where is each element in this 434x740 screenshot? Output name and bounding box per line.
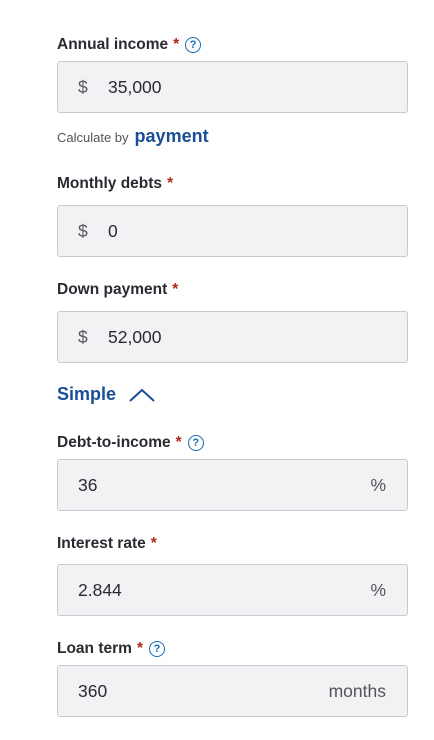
currency-prefix: $	[78, 326, 88, 347]
required-asterisk: *	[172, 281, 179, 298]
calculate-by-payment-link[interactable]: payment	[135, 126, 209, 147]
calculate-by-text: Calculate by	[57, 130, 129, 145]
calculate-by-row: Calculate by payment	[57, 126, 209, 147]
interest-rate-label-row: Interest rate *	[57, 535, 157, 553]
percent-suffix: %	[370, 579, 386, 600]
monthly-debts-label: Monthly debts	[57, 175, 163, 192]
loan-term-input[interactable]: 360 months	[57, 665, 408, 717]
simple-toggle-label: Simple	[57, 384, 117, 404]
annual-income-label: Annual income	[57, 36, 169, 53]
loan-term-label-row: Loan term * ?	[57, 640, 165, 658]
debt-to-income-value: 36	[78, 474, 98, 495]
annual-income-label-row: Annual income * ?	[57, 36, 202, 54]
currency-prefix: $	[78, 76, 88, 97]
debt-to-income-label: Debt-to-income	[57, 434, 171, 451]
monthly-debts-label-row: Monthly debts *	[57, 175, 173, 193]
debt-to-income-label-row: Debt-to-income * ?	[57, 434, 204, 452]
loan-term-label: Loan term	[57, 640, 132, 657]
simple-toggle[interactable]: Simple	[57, 384, 156, 405]
help-icon[interactable]: ?	[185, 37, 202, 53]
months-suffix: months	[328, 680, 386, 701]
help-icon[interactable]: ?	[148, 641, 165, 657]
interest-rate-value: 2.844	[78, 579, 122, 600]
percent-suffix: %	[370, 474, 386, 495]
currency-prefix: $	[78, 220, 88, 241]
annual-income-value: 35,000	[108, 76, 162, 97]
down-payment-value: 52,000	[108, 326, 162, 347]
debt-to-income-input[interactable]: 36 %	[57, 459, 408, 511]
interest-rate-input[interactable]: 2.844 %	[57, 564, 408, 616]
help-icon[interactable]: ?	[187, 435, 204, 451]
monthly-debts-value: 0	[108, 220, 118, 241]
chevron-up-icon	[128, 387, 156, 403]
down-payment-label: Down payment	[57, 281, 168, 298]
interest-rate-label: Interest rate	[57, 535, 146, 552]
required-asterisk: *	[136, 640, 143, 657]
loan-term-value: 360	[78, 680, 108, 701]
monthly-debts-input[interactable]: $ 0	[57, 205, 408, 257]
required-asterisk: *	[150, 535, 157, 552]
annual-income-input[interactable]: $ 35,000	[57, 61, 408, 113]
down-payment-label-row: Down payment *	[57, 281, 178, 299]
required-asterisk: *	[167, 175, 174, 192]
required-asterisk: *	[175, 434, 182, 451]
required-asterisk: *	[173, 36, 180, 53]
down-payment-input[interactable]: $ 52,000	[57, 311, 408, 363]
